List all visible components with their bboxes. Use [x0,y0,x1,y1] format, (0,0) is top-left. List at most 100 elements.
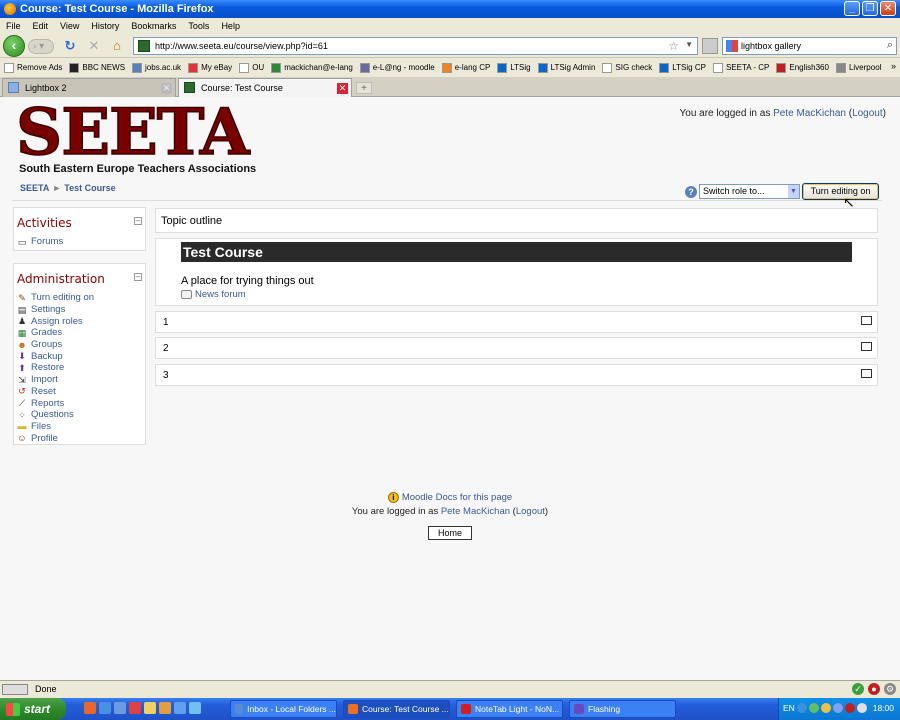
administration-item[interactable]: ♟ Assign roles [17,315,145,327]
bookmark-item[interactable]: BBC NEWS [69,62,125,73]
maximize-button[interactable]: ❐ [862,1,878,16]
tray-app-icon[interactable] [809,703,819,713]
minimize-button[interactable]: _ [844,1,860,16]
tray-app-icon[interactable] [821,703,831,713]
turn-editing-on-button[interactable]: Turn editing on [802,183,879,200]
collapse-block-icon[interactable]: – [134,217,142,225]
collapse-block-icon[interactable]: – [134,273,142,281]
administration-label[interactable]: Reports [31,398,64,409]
administration-label[interactable]: Files [31,421,51,432]
feed-icon[interactable] [702,38,718,54]
tray-app-icon[interactable] [845,703,855,713]
tray-app-icon[interactable] [857,703,867,713]
quicklaunch-app-icon[interactable] [174,702,186,714]
task-notetab[interactable]: NoteTab Light - NoN... [456,700,563,718]
task-flashing[interactable]: Flashing [569,700,676,718]
bookmark-item[interactable]: jobs.ac.uk [132,62,181,73]
administration-label[interactable]: Profile [31,433,58,444]
administration-item[interactable]: ⬆ Restore [17,362,145,374]
activities-item[interactable]: ▭ Forums [17,236,145,248]
administration-item[interactable]: ☻ Groups [17,339,145,351]
administration-label[interactable]: Backup [31,351,63,362]
administration-label[interactable]: Groups [31,339,62,350]
quicklaunch-mail-icon[interactable] [114,702,126,714]
quicklaunch-firefox-icon[interactable] [84,702,96,714]
task-inbox[interactable]: Inbox - Local Folders ... [230,700,337,718]
bookmark-item[interactable]: LTSig [497,62,531,73]
quicklaunch-ie-icon[interactable] [99,702,111,714]
switch-role-select[interactable]: Switch role to... ▼ [699,184,800,199]
quicklaunch-app-icon[interactable] [189,702,201,714]
show-only-this-section-icon[interactable] [861,342,872,351]
administration-item[interactable]: ▤ Settings [17,304,145,316]
tray-app-icon[interactable] [833,703,843,713]
status-tool-icon[interactable] [2,684,28,695]
footer-user-link[interactable]: Pete MacKichan [441,506,510,517]
url-bar[interactable]: http://www.seeta.eu/course/view.php?id=6… [133,37,698,55]
site-logo[interactable]: SEETA [15,100,250,166]
tab-close-icon[interactable]: ✕ [161,83,172,94]
footer-logout-link[interactable]: Logout [516,506,545,517]
administration-label[interactable]: Assign roles [31,316,83,327]
administration-label[interactable]: Questions [31,409,74,420]
search-bar[interactable]: lightbox gallery ⌕ [722,37,897,55]
news-forum-link[interactable]: News forum [181,289,246,300]
administration-item[interactable]: ⟋ Reports [17,397,145,409]
addon-icon[interactable]: ● [868,683,880,695]
administration-item[interactable]: ✎ Turn editing on [17,292,145,304]
check-icon[interactable]: ✓ [852,683,864,695]
tab-lightbox[interactable]: Lightbox 2 ✕ [2,78,176,97]
bookmark-item[interactable]: e-L@ng - moodle [359,62,435,73]
bookmark-item[interactable]: Remove Ads [4,62,62,73]
help-icon[interactable]: ? [685,186,697,198]
quicklaunch-app-icon[interactable] [129,702,141,714]
back-button[interactable]: ‹ [3,35,25,57]
bookmark-item[interactable]: My eBay [188,62,232,73]
tab-close-icon[interactable]: ✕ [337,83,348,94]
user-link[interactable]: Pete MacKichan [773,108,846,119]
menu-edit[interactable]: Edit [27,21,55,31]
breadcrumb-home[interactable]: SEETA [20,183,49,193]
logout-link[interactable]: Logout [852,108,883,119]
menu-bookmarks[interactable]: Bookmarks [125,21,182,31]
bookmark-item[interactable]: SIG check [602,62,652,73]
quicklaunch-folder-icon[interactable] [144,702,156,714]
menu-tools[interactable]: Tools [182,21,215,31]
bookmark-item[interactable]: English360 [776,62,829,73]
administration-item[interactable]: ⬇ Backup [17,350,145,362]
language-indicator[interactable]: EN [783,703,795,713]
show-only-this-section-icon[interactable] [861,316,872,325]
url-dropdown-icon[interactable]: ▼ [685,40,693,49]
home-button[interactable]: Home [428,526,472,540]
bookmark-item[interactable]: LTSig Admin [537,62,595,73]
administration-item[interactable]: ⇲ Import [17,374,145,386]
administration-label[interactable]: Turn editing on [31,292,94,303]
close-window-button[interactable]: ✕ [880,1,896,16]
menu-file[interactable]: File [0,21,27,31]
menu-help[interactable]: Help [215,21,246,31]
bookmarks-overflow-icon[interactable]: » [891,61,896,71]
administration-item[interactable]: ⁘ Questions [17,409,145,421]
search-icon[interactable]: ⌕ [887,39,893,52]
bookmark-item[interactable]: SEETA - CP [712,62,769,73]
menu-history[interactable]: History [85,21,125,31]
administration-item[interactable]: ▬ Files [17,421,145,433]
administration-item[interactable]: ↺ Reset [17,386,145,398]
tab-course[interactable]: Course: Test Course ✕ [178,78,352,97]
administration-label[interactable]: Restore [31,362,64,373]
administration-label[interactable]: Settings [31,304,65,315]
new-tab-button[interactable]: + [356,82,372,94]
tray-network-icon[interactable] [797,703,807,713]
news-forum-label[interactable]: News forum [195,289,246,300]
reload-icon[interactable]: ↻ [62,38,78,54]
settings-icon[interactable]: ⚙ [884,683,896,695]
moodle-docs-link[interactable]: Moodle Docs for this page [402,492,512,503]
administration-label[interactable]: Import [31,374,58,385]
bookmark-item[interactable]: e-lang CP [441,62,490,73]
menu-view[interactable]: View [54,21,85,31]
task-firefox[interactable]: Course: Test Course ... [343,700,450,718]
administration-label[interactable]: Grades [31,327,62,338]
bookmark-item[interactable]: Liverpool [835,62,881,73]
bookmark-item[interactable]: OU [239,62,264,73]
google-icon[interactable] [726,40,738,52]
